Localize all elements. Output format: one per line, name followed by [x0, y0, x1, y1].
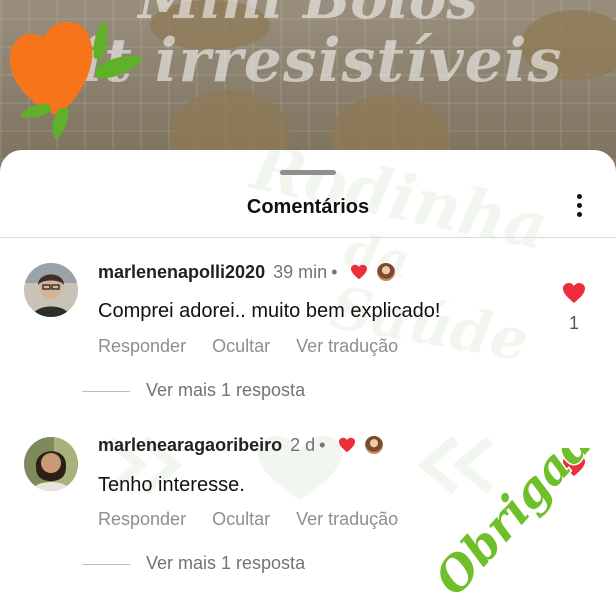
like-control[interactable]: 1: [562, 282, 586, 334]
username[interactable]: marlenenapolli2020: [98, 262, 265, 282]
view-replies-label: Ver mais 1 resposta: [146, 380, 306, 400]
replies-line: [82, 563, 130, 565]
creator-avatar: [377, 263, 396, 281]
header-divider: [0, 237, 616, 238]
comment-text: Tenho interesse.: [98, 474, 245, 496]
comment-actions: Responder Ocultar Ver tradução: [98, 336, 424, 357]
translate-button[interactable]: Ver tradução: [296, 509, 398, 529]
creator-avatar: [365, 436, 384, 454]
sheet-title: Comentários: [246, 196, 370, 218]
comment-text: Comprei adorei.. muito bem explicado!: [98, 300, 441, 322]
comment-header: marlenenapolli2020 39 min •: [98, 262, 396, 283]
heart-leaf-logo-icon: [9, 20, 144, 138]
sticker-text: Obrigada!: [436, 448, 612, 605]
creator-liked-heart-icon: [351, 264, 368, 280]
avatar[interactable]: [24, 263, 78, 317]
reply-button[interactable]: Responder: [98, 509, 186, 529]
view-replies[interactable]: Ver mais 1 resposta: [82, 553, 305, 574]
reply-button[interactable]: Responder: [98, 336, 186, 356]
more-vertical-icon[interactable]: [569, 194, 589, 220]
avatar[interactable]: [24, 437, 78, 491]
hide-button[interactable]: Ocultar: [212, 509, 270, 529]
heart-icon[interactable]: [562, 282, 586, 304]
separator-dot: •: [319, 435, 326, 455]
creator-liked-heart-icon: [339, 437, 356, 453]
watermark-line3: Saúde: [325, 273, 534, 375]
comment-time: 2 d: [290, 435, 316, 455]
translate-button[interactable]: Ver tradução: [296, 336, 398, 356]
drag-handle[interactable]: [280, 170, 336, 175]
replies-line: [82, 390, 130, 392]
view-replies[interactable]: Ver mais 1 resposta: [82, 380, 305, 401]
thank-you-sticker: Obrigada!: [436, 448, 612, 607]
comment-time: 39 min: [273, 262, 328, 282]
separator-dot: •: [331, 262, 338, 282]
hide-button[interactable]: Ocultar: [212, 336, 270, 356]
like-count: 1: [568, 313, 579, 333]
view-replies-label: Ver mais 1 resposta: [146, 553, 306, 573]
comment-actions: Responder Ocultar Ver tradução: [98, 509, 424, 530]
username[interactable]: marlenearagaoribeiro: [98, 435, 282, 455]
comment-header: marlenearagaoribeiro 2 d •: [98, 435, 384, 456]
